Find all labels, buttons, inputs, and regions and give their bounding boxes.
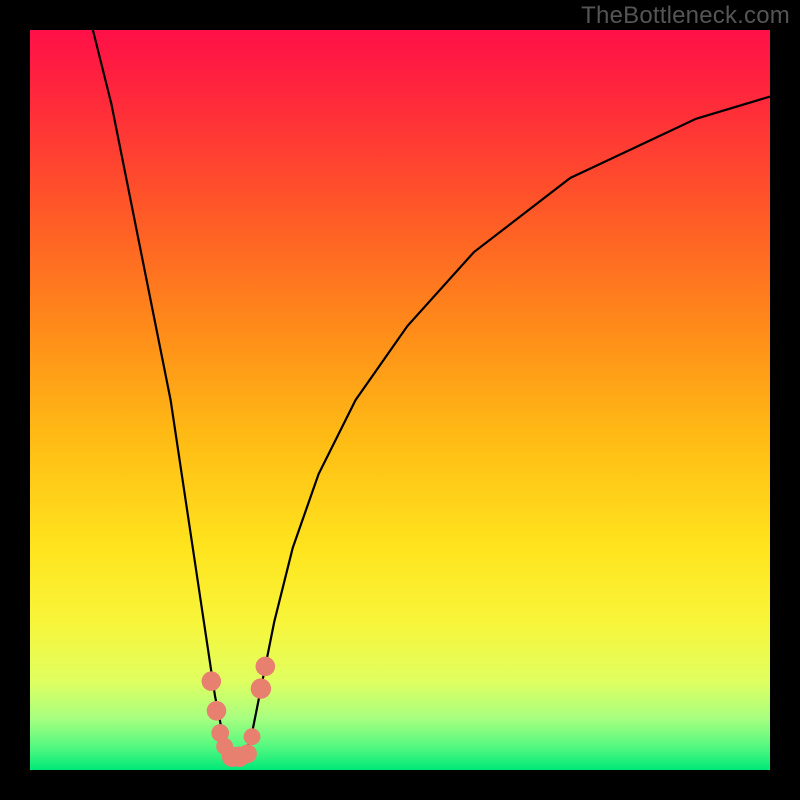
data-marker <box>244 728 261 745</box>
data-marker <box>207 701 227 721</box>
data-marker <box>202 671 222 691</box>
data-marker <box>238 744 257 763</box>
plot-background <box>30 30 770 770</box>
bottleneck-chart <box>0 0 800 800</box>
data-marker <box>256 657 276 677</box>
data-marker <box>251 678 271 698</box>
chart-frame: TheBottleneck.com <box>0 0 800 800</box>
watermark-text: TheBottleneck.com <box>581 2 790 30</box>
